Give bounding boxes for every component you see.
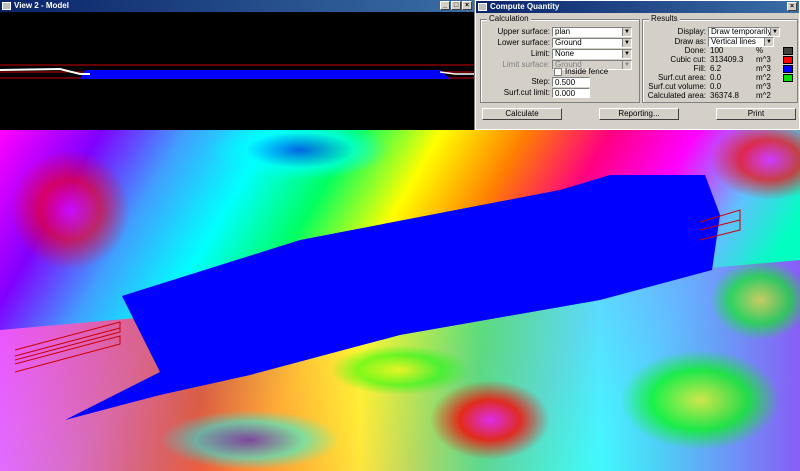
upper-surface-select[interactable]: plan ▼: [552, 27, 632, 37]
surf-cut-limit-input[interactable]: [552, 88, 590, 98]
compute-quantity-dialog[interactable]: Compute Quantity × Calculation Upper sur…: [475, 0, 800, 130]
dialog-titlebar[interactable]: Compute Quantity ×: [476, 1, 799, 13]
limit-select[interactable]: None ▼: [552, 49, 632, 59]
print-button[interactable]: Print: [716, 108, 796, 120]
close-button[interactable]: ×: [462, 1, 472, 10]
result-color-swatch[interactable]: [783, 56, 793, 64]
upper-surface-label: Upper surface:: [497, 27, 550, 36]
draw-as-label: Draw as:: [674, 37, 706, 46]
step-input[interactable]: [552, 77, 590, 87]
result-label: Calculated area:: [647, 91, 706, 100]
result-unit: m^2: [756, 91, 771, 100]
result-label: Surf.cut area:: [657, 73, 706, 82]
view-window-title: View 2 - Model: [14, 1, 69, 10]
limit-value: None: [555, 49, 575, 58]
chevron-down-icon: ▼: [764, 38, 773, 46]
result-label: Cubic cut:: [670, 55, 706, 64]
minimize-button[interactable]: _: [440, 1, 450, 10]
upper-surface-value: plan: [555, 27, 571, 36]
calculate-button[interactable]: Calculate: [482, 108, 562, 120]
result-color-swatch[interactable]: [783, 47, 793, 55]
dialog-icon: [478, 3, 487, 11]
chevron-down-icon: ▼: [622, 28, 631, 36]
lower-surface-select[interactable]: Ground ▼: [552, 38, 632, 48]
chevron-down-icon: ▼: [622, 50, 631, 58]
result-color-swatch[interactable]: [783, 65, 793, 73]
chevron-down-icon: ▼: [622, 39, 631, 47]
draw-as-value: Vertical lines: [711, 37, 756, 46]
view-window[interactable]: View 2 - Model _ □ ×: [0, 0, 475, 130]
result-color-swatch[interactable]: [783, 74, 793, 82]
inside-fence-checkbox[interactable]: [554, 68, 562, 76]
inside-fence-label: Inside fence: [565, 67, 609, 76]
dialog-close-button[interactable]: ×: [787, 2, 797, 11]
chevron-down-icon: ▼: [770, 28, 779, 36]
result-label: Surf.cut volume:: [648, 82, 706, 91]
result-label: Done:: [684, 46, 706, 55]
step-label: Step:: [531, 77, 550, 86]
lower-surface-value: Ground: [555, 38, 582, 47]
display-select[interactable]: Draw temporarily ▼: [708, 27, 780, 37]
display-label: Display:: [677, 27, 706, 36]
result-value: 36374.8: [710, 91, 739, 100]
limit-surface-label: Limit surface:: [502, 60, 550, 69]
limit-label: Limit:: [530, 49, 550, 58]
calculation-group-label: Calculation: [487, 14, 531, 23]
results-group-label: Results: [649, 14, 680, 23]
dialog-title: Compute Quantity: [490, 2, 560, 11]
display-value: Draw temporarily: [711, 27, 772, 36]
result-label: Fill:: [693, 64, 706, 73]
maximize-button[interactable]: □: [451, 1, 461, 10]
surf-cut-limit-label: Surf.cut limit:: [503, 88, 550, 97]
lower-surface-label: Lower surface:: [497, 38, 550, 47]
chevron-down-icon: ▼: [622, 61, 631, 69]
reporting-button[interactable]: Reporting...: [599, 108, 679, 120]
window-icon: [2, 2, 11, 10]
profile-section-view[interactable]: [0, 12, 474, 130]
view-window-titlebar[interactable]: View 2 - Model _ □ ×: [0, 0, 474, 12]
